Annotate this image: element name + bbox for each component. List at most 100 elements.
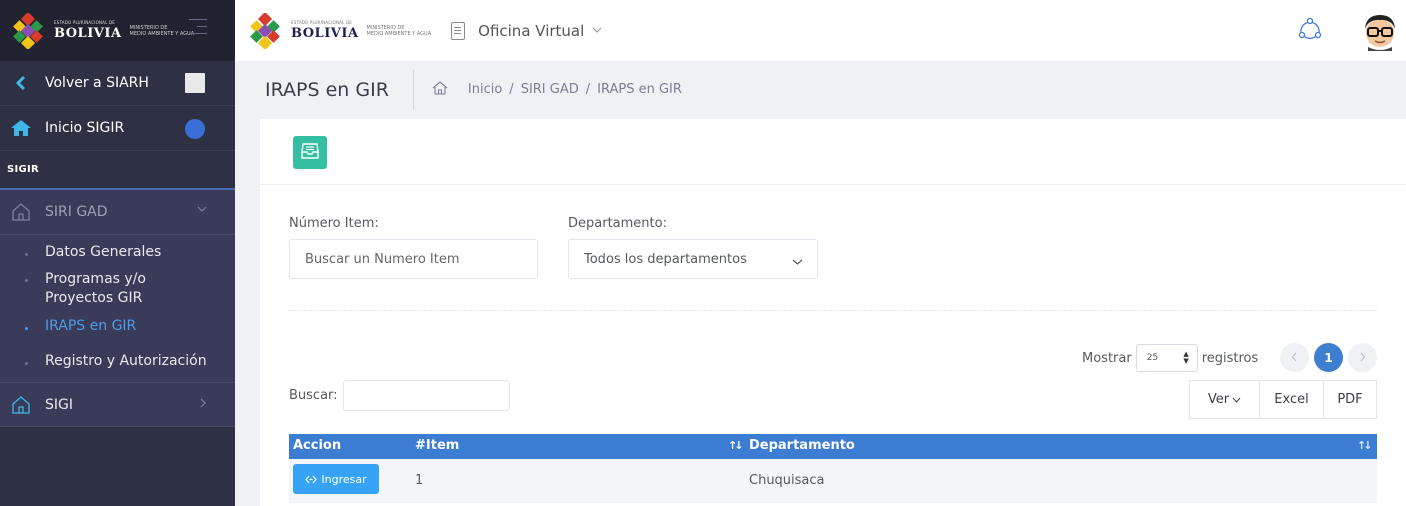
item-number-input[interactable]: Buscar un Numero Item <box>289 239 538 279</box>
sidebar-badge-dot <box>185 119 205 139</box>
bolivia-emblem-icon <box>247 11 283 50</box>
search-input[interactable] <box>342 380 510 411</box>
bullet-icon <box>25 327 28 330</box>
ingresar-button[interactable]: Ingresar <box>293 464 379 494</box>
sidebar-subitem-programas[interactable]: Programas y/o Proyectos GIR <box>0 270 235 308</box>
sidebar-item-label: Volver a SIARH <box>45 75 149 91</box>
office-menu[interactable]: Oficina Virtual <box>451 21 602 40</box>
cell-departamento: Chuquisaca <box>749 473 825 488</box>
table-header: Accion #Item ↑↓ Departamento ↑↓ <box>289 434 1377 459</box>
chevron-down-icon <box>792 255 803 270</box>
user-avatar[interactable] <box>1360 11 1400 51</box>
records-label: registros <box>1201 350 1259 366</box>
excel-button[interactable]: Excel <box>1260 380 1324 419</box>
sidebar-logo: ESTADO PLURINACIONAL DE BOLIVIA MINISTER… <box>0 0 235 61</box>
sidebar-subitem-label: Registro y Autorización <box>45 353 207 369</box>
header-logo: ESTADO PLURINACIONAL DE BOLIVIA MINISTER… <box>247 11 432 50</box>
chevron-down-icon <box>197 205 207 216</box>
home-outline-icon[interactable] <box>432 80 448 99</box>
share-icon[interactable] <box>1298 17 1322 45</box>
bullet-icon <box>25 253 28 256</box>
sidebar-item-siri-gad[interactable]: SIRI GAD <box>0 190 235 235</box>
logo-ministry-line2: MEDIO AMBIENTE Y AGUA <box>366 30 432 37</box>
logo-country-small: ESTADO PLURINACIONAL DE <box>54 20 115 25</box>
card-header <box>260 119 1406 185</box>
sidebar-subitem-label: Datos Generales <box>45 244 162 260</box>
sidebar-item-home[interactable]: Inicio SIGIR <box>0 106 235 151</box>
export-button-group: Ver Excel PDF <box>1189 380 1377 419</box>
column-header-item[interactable]: #Item <box>415 438 459 453</box>
home-outline-icon <box>10 203 32 221</box>
home-outline-icon <box>10 395 32 414</box>
sidebar-section-title: SIGIR <box>0 151 235 190</box>
document-icon <box>451 21 466 40</box>
logo-country: BOLIVIA <box>291 26 359 41</box>
sidebar-item-label: SIRI GAD <box>45 204 108 220</box>
column-header-departamento[interactable]: Departamento <box>749 438 855 453</box>
page-size-value: 25 <box>1146 353 1159 363</box>
sort-icon[interactable]: ↑↓ <box>1357 439 1373 452</box>
sidebar-item-label: Inicio SIGIR <box>45 120 125 136</box>
breadcrumb-item-current[interactable]: IRAPS en GIR <box>597 82 682 97</box>
sidebar-item-sigi[interactable]: SIGI <box>0 382 235 427</box>
breadcrumb: Inicio / SIRI GAD / IRAPS en GIR <box>432 80 682 99</box>
top-header: ESTADO PLURINACIONAL DE BOLIVIA MINISTER… <box>235 0 1406 61</box>
cell-item: 1 <box>415 473 424 488</box>
menu-toggle-icon[interactable] <box>189 19 207 40</box>
bolivia-emblem-icon <box>10 11 46 50</box>
sidebar-badge-square <box>185 73 205 93</box>
show-label: Mostrar <box>1082 350 1132 366</box>
page-size-select[interactable]: 25 ▲ ▼ <box>1135 344 1198 372</box>
divider <box>289 310 1377 311</box>
breadcrumb-item-inicio[interactable]: Inicio <box>468 82 502 97</box>
bullet-icon <box>25 279 28 282</box>
chevron-down-icon <box>1232 392 1241 407</box>
inbox-button[interactable] <box>293 136 327 169</box>
table-search: Buscar: <box>289 380 510 411</box>
column-visibility-button[interactable]: Ver <box>1189 380 1260 419</box>
office-menu-label: Oficina Virtual <box>478 21 585 40</box>
sidebar-item-back[interactable]: Volver a SIARH <box>0 61 235 106</box>
column-visibility-label: Ver <box>1207 392 1230 407</box>
department-label: Departamento: <box>568 216 667 231</box>
bullet-icon <box>25 362 28 365</box>
logo-country-small: ESTADO PLURINACIONAL DE <box>291 20 352 25</box>
breadcrumb-item-siri-gad[interactable]: SIRI GAD <box>521 82 579 97</box>
sidebar-subitem-registro[interactable]: Registro y Autorización <box>0 353 235 369</box>
item-number-placeholder: Buscar un Numero Item <box>305 251 460 267</box>
code-arrows-icon <box>305 475 318 484</box>
page-size-control: Mostrar 25 ▲ ▼ registros <box>1082 344 1258 372</box>
item-number-label: Número Item: <box>289 216 379 231</box>
table-row: Ingresar 1 Chuquisaca <box>289 459 1377 503</box>
logo-ministry-line2: MEDIO AMBIENTE Y AGUA <box>129 30 195 37</box>
chevron-right-icon <box>199 398 207 411</box>
chevron-down-icon <box>592 24 602 37</box>
sidebar-subitem-label: Programas y/o Proyectos GIR <box>45 271 146 306</box>
data-table: Accion #Item ↑↓ Departamento ↑↓ Ingresar… <box>289 434 1377 503</box>
sidebar-subitem-iraps[interactable]: IRAPS en GIR <box>0 318 235 334</box>
column-header-accion[interactable]: Accion <box>293 438 341 453</box>
inbox-icon <box>301 142 319 163</box>
up-down-arrows-icon: ▲ ▼ <box>1183 350 1189 365</box>
sidebar: ESTADO PLURINACIONAL DE BOLIVIA MINISTER… <box>0 0 235 506</box>
pagination-page-button[interactable]: 1 <box>1314 343 1343 372</box>
sidebar-subitem-datos-generales[interactable]: Datos Generales <box>0 244 235 260</box>
logo-country: BOLIVIA <box>54 26 122 41</box>
pagination-next-button[interactable] <box>1348 343 1377 372</box>
page-title: IRAPS en GIR <box>265 69 414 110</box>
chevron-left-icon <box>1291 351 1298 365</box>
search-label: Buscar: <box>289 388 338 403</box>
chevron-left-icon <box>10 75 32 91</box>
sidebar-item-label: SIGI <box>45 396 73 413</box>
department-select-value: Todos los departamentos <box>584 251 747 267</box>
sort-icon[interactable]: ↑↓ <box>728 439 744 452</box>
home-icon <box>10 119 32 137</box>
department-select[interactable]: Todos los departamentos <box>568 239 818 279</box>
pagination-prev-button[interactable] <box>1280 343 1309 372</box>
pdf-button[interactable]: PDF <box>1324 380 1377 419</box>
content-card: Número Item: Buscar un Numero Item Depar… <box>260 119 1406 506</box>
sidebar-group: SIRI GAD Datos Generales Programas y/o P… <box>0 190 235 427</box>
subheader: IRAPS en GIR Inicio / SIRI GAD / IRAPS e… <box>235 61 1406 118</box>
sidebar-subitem-label: IRAPS en GIR <box>45 318 137 334</box>
ingresar-label: Ingresar <box>321 472 367 486</box>
